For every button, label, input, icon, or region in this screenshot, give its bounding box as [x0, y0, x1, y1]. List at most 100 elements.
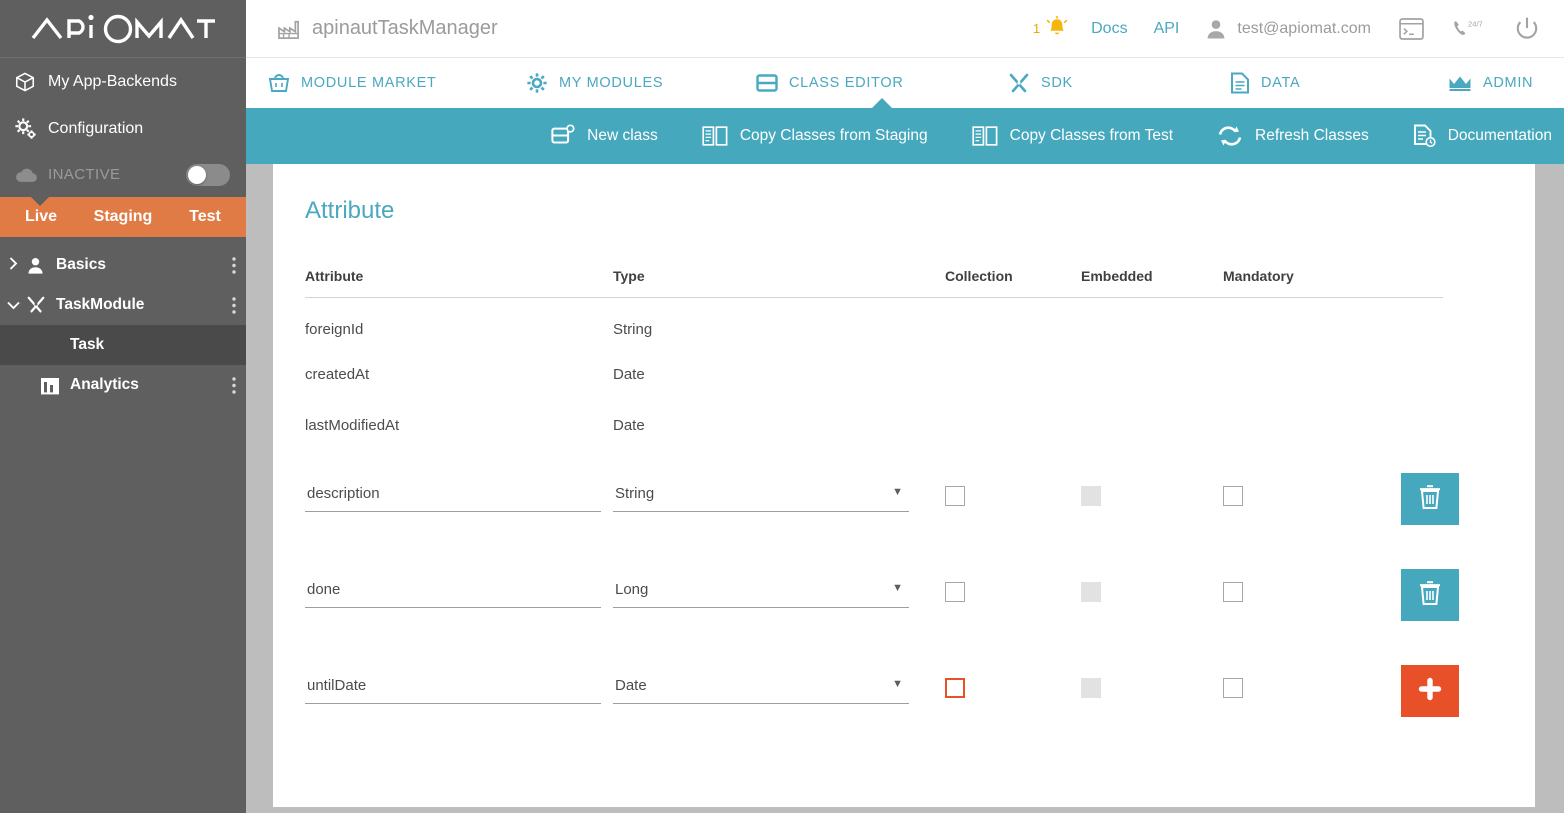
attributes-table: Attribute Type Collection Embedded Manda… [305, 268, 1443, 739]
collection-checkbox[interactable] [945, 678, 965, 698]
chevron-down-icon: ▼ [892, 582, 903, 594]
refresh-classes-button[interactable]: Refresh Classes [1217, 125, 1369, 147]
attribute-collection [945, 349, 1081, 400]
attribute-collection-cell [945, 643, 1081, 739]
collection-checkbox[interactable] [945, 582, 965, 602]
chevron-down-icon[interactable] [0, 298, 26, 313]
attribute-mandatory [1223, 349, 1401, 400]
add-attribute-button[interactable] [1401, 665, 1459, 717]
cube-icon [14, 71, 48, 93]
sidebar-item-configuration[interactable]: Configuration [0, 105, 246, 152]
backend-status-toggle[interactable] [186, 164, 230, 186]
tools-icon [26, 295, 56, 315]
attribute-embedded [1081, 349, 1223, 400]
attribute-name-cell [305, 547, 613, 643]
backend-status-label: INACTIVE [48, 166, 120, 183]
class-icon [756, 72, 778, 94]
env-tab-test[interactable]: Test [164, 208, 246, 226]
apiomat-logo-icon [29, 12, 217, 46]
attribute-collection-cell [945, 451, 1081, 547]
kebab-icon[interactable] [232, 257, 236, 274]
power-icon[interactable] [1514, 16, 1540, 42]
attribute-name-cell [305, 643, 613, 739]
sidebar-item-my-app-backends[interactable]: My App-Backends [0, 58, 246, 105]
collection-checkbox[interactable] [945, 486, 965, 506]
chevron-down-icon: ▼ [892, 486, 903, 498]
attribute-embedded [1081, 400, 1223, 451]
kebab-icon[interactable] [232, 377, 236, 394]
attribute-type: String [613, 298, 945, 349]
tree-item-basics[interactable]: Basics [0, 245, 246, 285]
documentation-button[interactable]: Documentation [1413, 124, 1552, 148]
column-header-attribute: Attribute [305, 268, 613, 298]
tab-label: SDK [1041, 75, 1073, 91]
attribute-mandatory [1223, 298, 1401, 349]
toolbar-label: Refresh Classes [1255, 127, 1369, 145]
table-row: lastModifiedAt Date [305, 400, 1443, 451]
user-email[interactable]: test@apiomat.com [1237, 20, 1371, 38]
tab-sdk[interactable]: SDK [1008, 58, 1230, 108]
column-header-type: Type [613, 268, 945, 298]
delete-attribute-button[interactable] [1401, 569, 1459, 621]
delete-attribute-button[interactable] [1401, 473, 1459, 525]
chevron-down-icon: ▼ [892, 678, 903, 690]
new-class-icon [551, 124, 575, 148]
trash-icon [1418, 484, 1442, 513]
attribute-name-input[interactable] [305, 485, 601, 512]
environment-tabs: Live Staging Test [0, 197, 246, 237]
terminal-icon[interactable] [1399, 18, 1424, 40]
sidebar: My App-Backends Configuration [0, 0, 246, 813]
mandatory-checkbox[interactable] [1223, 678, 1243, 698]
attribute-collection [945, 298, 1081, 349]
toolbar-label: Documentation [1448, 127, 1552, 145]
tab-data[interactable]: DATA [1230, 58, 1448, 108]
column-header-collection: Collection [945, 268, 1081, 298]
mandatory-checkbox[interactable] [1223, 486, 1243, 506]
bell-icon[interactable] [1045, 16, 1069, 41]
tree-item-taskmodule[interactable]: TaskModule [0, 285, 246, 325]
chevron-right-icon[interactable] [0, 257, 26, 273]
kebab-icon[interactable] [232, 297, 236, 314]
tab-my-modules[interactable]: MY MODULES [526, 58, 756, 108]
new-class-button[interactable]: New class [551, 124, 658, 148]
env-tab-staging[interactable]: Staging [82, 208, 164, 226]
tree-item-task[interactable]: Task [0, 325, 246, 365]
docs-link[interactable]: Docs [1091, 20, 1127, 38]
brand-logo[interactable] [0, 0, 246, 58]
attribute-name-input[interactable] [305, 581, 601, 608]
attribute-embedded-cell [1081, 547, 1223, 643]
module-tree: Basics TaskModule Task [0, 237, 246, 405]
tab-class-editor[interactable]: CLASS EDITOR [756, 58, 1008, 108]
attribute-embedded-cell [1081, 451, 1223, 547]
tab-module-market[interactable]: MODULE MARKET [246, 58, 526, 108]
attribute-type-select[interactable]: Date ▼ [613, 677, 909, 704]
attribute-type-select[interactable]: Long ▼ [613, 581, 909, 608]
tree-item-analytics[interactable]: Analytics [0, 365, 246, 405]
env-tab-live[interactable]: Live [0, 208, 82, 226]
notification-count: 1 [1033, 21, 1040, 36]
person-icon [26, 256, 56, 275]
tree-item-label: TaskModule [56, 296, 144, 314]
app-title-text: apinautTaskManager [312, 17, 498, 40]
mandatory-checkbox[interactable] [1223, 582, 1243, 602]
column-header-mandatory: Mandatory [1223, 268, 1401, 298]
support-phone-24-7-icon[interactable]: 24/7 [1452, 18, 1486, 40]
tab-admin[interactable]: ADMIN [1448, 58, 1533, 108]
embedded-checkbox [1081, 582, 1101, 602]
attribute-type-select[interactable]: String ▼ [613, 485, 909, 512]
backend-status-row: INACTIVE [0, 152, 246, 197]
attribute-name-input[interactable] [305, 677, 601, 704]
column-header-embedded: Embedded [1081, 268, 1223, 298]
main-nav-tabs: MODULE MARKET MY MODULES CLASS E [246, 58, 1564, 108]
api-link[interactable]: API [1154, 20, 1180, 38]
app-title: apinautTaskManager [278, 17, 498, 40]
attribute-type-cell: Long ▼ [613, 547, 945, 643]
attribute-type-cell: Date ▼ [613, 643, 945, 739]
content-area: Attribute Attribute Type Collection Embe… [246, 164, 1564, 813]
table-row: Long ▼ [305, 547, 1443, 643]
sidebar-item-label: Configuration [48, 120, 143, 138]
copy-classes-from-staging-button[interactable]: Copy Classes from Staging [702, 125, 928, 147]
attribute-type: Date [613, 349, 945, 400]
attribute-type-value: String [615, 485, 654, 502]
copy-classes-from-test-button[interactable]: Copy Classes from Test [972, 125, 1173, 147]
